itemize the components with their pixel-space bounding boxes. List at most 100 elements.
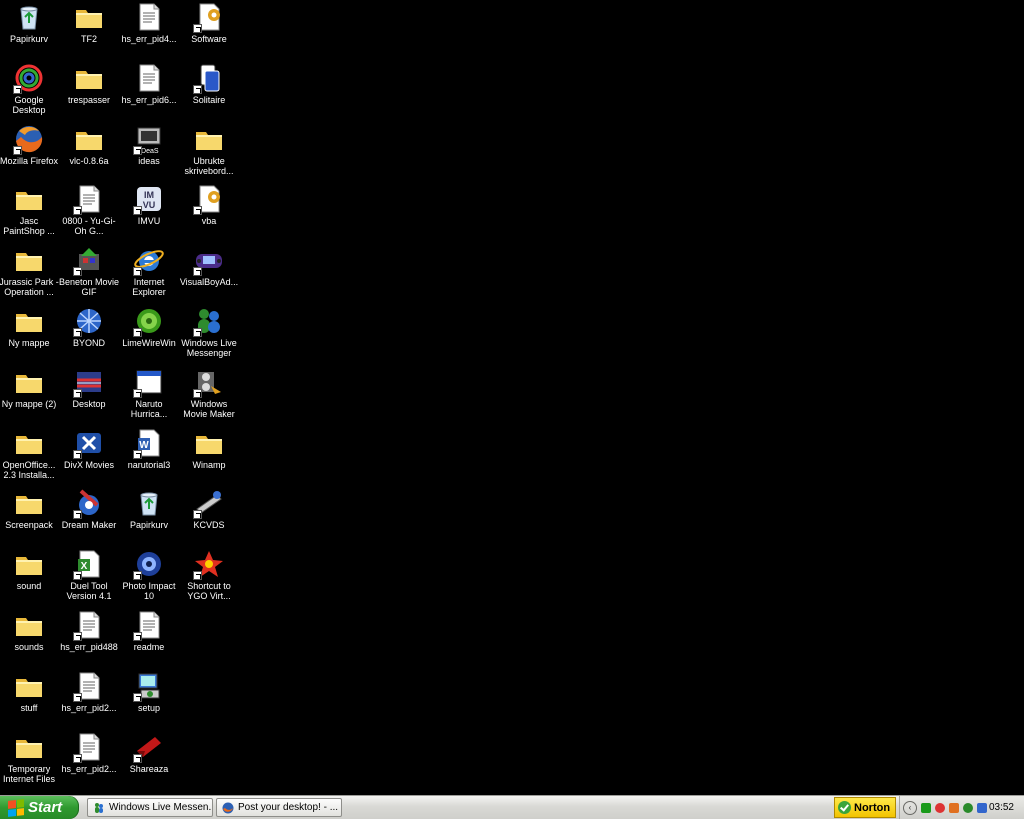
desktop-icon-label: 0800 - Yu-Gi-Oh G... [62, 216, 116, 236]
desktop-icon[interactable]: vlc-0.8.6a [59, 123, 119, 183]
svg-text:iDeaS: iDeaS [139, 148, 158, 155]
gear-icon [193, 183, 225, 215]
shareaza-icon [133, 731, 165, 763]
desktop-icon[interactable]: Windows Movie Maker [179, 366, 239, 426]
svg-text:IM: IM [144, 190, 154, 200]
norton-button[interactable]: Norton [834, 797, 896, 818]
desktop-icon[interactable]: Ny mappe [0, 305, 59, 365]
desktop-icon[interactable]: hs_err_pid4... [119, 1, 179, 61]
shortcut-arrow-icon [73, 754, 82, 763]
messenger-tray-icon[interactable] [963, 802, 973, 813]
desktop-icon-label: Jasc PaintShop ... [3, 216, 55, 236]
shortcut-arrow-icon [133, 632, 142, 641]
desktop-icon-label: LimeWireWin [122, 338, 176, 348]
recycle-icon [133, 487, 165, 519]
desktop-icon-label: Jurassic Park - Operation ... [0, 277, 59, 297]
desktop-icon[interactable]: sound [0, 548, 59, 608]
desktop-icon[interactable]: KCVDS [179, 487, 239, 547]
desktop-icon[interactable]: 0800 - Yu-Gi-Oh G... [59, 183, 119, 243]
desktop-icon[interactable]: Shareaza [119, 731, 179, 791]
desktop-icon[interactable]: iDeaS ideas [119, 123, 179, 183]
desktop-icon[interactable]: Dream Maker [59, 487, 119, 547]
desktop-icon[interactable]: Desktop [59, 366, 119, 426]
security-icon[interactable] [949, 802, 959, 813]
imvu-icon: IM VU [133, 183, 165, 215]
desktop-icon[interactable]: hs_err_pid488 [59, 609, 119, 669]
google-icon [13, 62, 45, 94]
desktop-icon[interactable]: LimeWireWin [119, 305, 179, 365]
desktop-icon[interactable]: TF2 [59, 1, 119, 61]
desktop-icon[interactable]: Photo Impact 10 [119, 548, 179, 608]
shortcut-arrow-icon [193, 267, 202, 276]
desktop-icon[interactable]: Beneton Movie GIF [59, 244, 119, 304]
desktop-icon[interactable]: Jasc PaintShop ... [0, 183, 59, 243]
desktop-icon[interactable]: Jurassic Park - Operation ... [0, 244, 59, 304]
folder-icon [13, 670, 45, 702]
desktop-icon[interactable]: OpenOffice... 2.3 Installa... [0, 427, 59, 487]
desktop-icon-label: Papirkurv [129, 520, 168, 530]
show-hidden-icons-icon[interactable]: ‹ [903, 800, 917, 815]
desktop-icon-label: Ubrukte skrivebord... [184, 156, 234, 176]
network-icon[interactable] [935, 802, 945, 813]
desktop-icon[interactable]: IM VU IMVU [119, 183, 179, 243]
desktop-icon[interactable]: trespasser [59, 62, 119, 122]
desktop-icon[interactable]: Naruto Hurrica... [119, 366, 179, 426]
shortcut-arrow-icon [193, 206, 202, 215]
desktop-icon[interactable]: vba [179, 183, 239, 243]
desktop-icon[interactable]: Screenpack [0, 487, 59, 547]
firefox-icon [13, 123, 45, 155]
taskbar-button-firefox[interactable]: Post your desktop! - ... [216, 798, 342, 817]
desktop-icon-label: Winamp [192, 460, 226, 470]
shortcut-arrow-icon [193, 510, 202, 519]
desktop-icon[interactable]: hs_err_pid2... [59, 731, 119, 791]
desktop-icon[interactable]: DivX Movies [59, 427, 119, 487]
taskbar-button-messenger[interactable]: Windows Live Messen... [87, 798, 213, 817]
desktop-icon[interactable]: hs_err_pid2... [59, 670, 119, 730]
desktop-icon[interactable]: sounds [0, 609, 59, 669]
green-square-icon[interactable] [921, 802, 931, 813]
shortcut-arrow-icon [73, 267, 82, 276]
desktop-icon[interactable]: Mozilla Firefox [0, 123, 59, 183]
desktop-icon[interactable]: Papirkurv [0, 1, 59, 61]
start-button[interactable]: Start [0, 796, 79, 819]
desktop-icon-label: stuff [20, 703, 38, 713]
desktop-icon[interactable]: Software [179, 1, 239, 61]
desktop-icon[interactable]: Winamp [179, 427, 239, 487]
desktop-icon[interactable]: Google Desktop [0, 62, 59, 122]
desktop-icon-label: Naruto Hurrica... [130, 399, 168, 419]
shortcut-arrow-icon [193, 328, 202, 337]
desktop-icon[interactable]: Windows Live Messenger [179, 305, 239, 365]
norton-label: Norton [854, 801, 891, 814]
shortcut-arrow-icon [133, 267, 142, 276]
shortcut-arrow-icon [133, 571, 142, 580]
gba-icon [193, 244, 225, 276]
desktop-icon-label: narutorial3 [127, 460, 171, 470]
desktop-icon-label: OpenOffice... 2.3 Installa... [2, 460, 56, 480]
desktop-icon[interactable]: Ubrukte skrivebord... [179, 123, 239, 183]
desktop-icon[interactable]: Temporary Internet Files [0, 731, 59, 791]
desktop-icon[interactable]: VisualBoyAd... [179, 244, 239, 304]
desktop-icon[interactable]: readme [119, 609, 179, 669]
clock: 03:52 [988, 802, 1014, 813]
desktop-icon-label: sounds [14, 642, 44, 652]
folder-icon [13, 244, 45, 276]
shortcut-arrow-icon [73, 389, 82, 398]
desktop-icon-label: Papirkurv [9, 34, 48, 44]
desktop-icon[interactable]: Wnarutorial3 [119, 427, 179, 487]
desktop-icon[interactable]: stuff [0, 670, 59, 730]
doc-icon [73, 609, 105, 641]
desktop-icon[interactable]: Papirkurv [119, 487, 179, 547]
desktop-icon[interactable]: Shortcut to YGO Virt... [179, 548, 239, 608]
beneton-icon [73, 244, 105, 276]
desktop-icon[interactable]: BYOND [59, 305, 119, 365]
desktop-icon[interactable]: hs_err_pid6... [119, 62, 179, 122]
doc-icon [133, 609, 165, 641]
desktop-icon-label: Temporary Internet Files [2, 764, 56, 784]
desktop-icon[interactable]: X Duel Tool Version 4.1 [59, 548, 119, 608]
volume-icon[interactable] [977, 802, 987, 813]
desktop-icon[interactable]: Solitaire [179, 62, 239, 122]
desktop-icon[interactable]: Ny mappe (2) [0, 366, 59, 426]
shortcut-arrow-icon [133, 450, 142, 459]
desktop-icon[interactable]: setup [119, 670, 179, 730]
desktop-icon[interactable]: Internet Explorer [119, 244, 179, 304]
